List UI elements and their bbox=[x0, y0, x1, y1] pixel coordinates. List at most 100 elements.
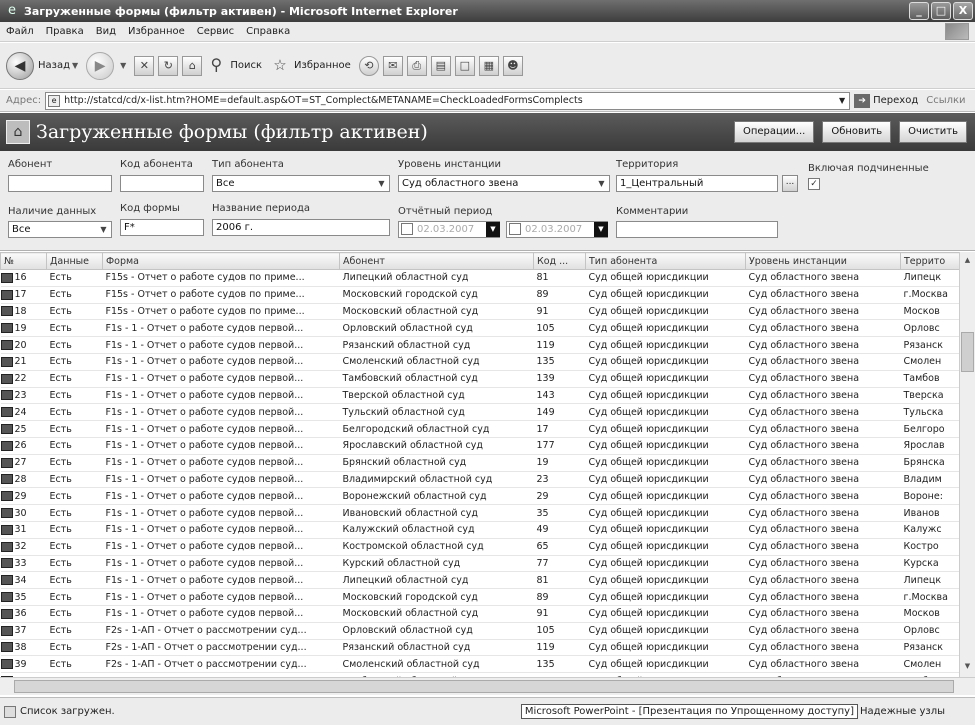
table-row[interactable]: 28 Есть F1s - 1 - Отчет о работе судов пер… bbox=[0, 471, 960, 489]
territory-browse-button[interactable]: ... bbox=[782, 175, 798, 192]
home-icon[interactable]: ⌂ bbox=[182, 55, 203, 76]
history-icon[interactable]: ⟲ bbox=[358, 55, 379, 76]
minimize-button[interactable]: _ bbox=[909, 2, 929, 20]
table-row[interactable]: 35 Есть F1s - 1 - Отчет о работе судов пер… bbox=[0, 588, 960, 606]
menu-view[interactable]: Вид bbox=[96, 26, 116, 37]
table-row[interactable]: 31 Есть F1s - 1 - Отчет о работе судов пер… bbox=[0, 521, 960, 539]
col-data-header[interactable]: Данные bbox=[46, 252, 103, 270]
abonent-input[interactable] bbox=[8, 175, 112, 192]
table-row[interactable]: 20 Есть F1s - 1 - Отчет о работе судов пер… bbox=[0, 336, 960, 354]
form-doc-icon[interactable] bbox=[0, 289, 13, 300]
col-abonent-header[interactable]: Абонент bbox=[339, 252, 534, 270]
period-from-checkbox[interactable] bbox=[401, 223, 413, 235]
table-row[interactable]: 39 Есть F2s - 1-АП - Отчет о рассмотрении … bbox=[0, 655, 960, 674]
maximize-button[interactable]: □ bbox=[931, 2, 951, 20]
search-button[interactable]: ⚲ Поиск bbox=[206, 55, 262, 76]
period-to-checkbox[interactable] bbox=[509, 223, 521, 235]
form-doc-icon[interactable] bbox=[0, 491, 13, 502]
territory-input[interactable]: 1_Центральный bbox=[616, 175, 778, 192]
table-row[interactable]: 22 Есть F1s - 1 - Отчет о работе судов пер… bbox=[0, 370, 960, 388]
col-form-header[interactable]: Форма bbox=[102, 252, 340, 270]
form-doc-icon[interactable] bbox=[0, 642, 13, 653]
table-row[interactable]: 36 Есть F1s - 1 - Отчет о работе судов пер… bbox=[0, 605, 960, 623]
table-row[interactable]: 33 Есть F1s - 1 - Отчет о работе судов пер… bbox=[0, 555, 960, 573]
refresh-button[interactable]: Обновить bbox=[822, 121, 892, 143]
form-doc-icon[interactable] bbox=[0, 474, 13, 485]
table-row[interactable]: 16 Есть F15s - Отчет о работе судов по при… bbox=[0, 269, 960, 287]
abonent-code-input[interactable] bbox=[120, 175, 204, 192]
horizontal-scrollbar[interactable] bbox=[0, 677, 975, 695]
form-doc-icon[interactable] bbox=[0, 575, 13, 586]
form-doc-icon[interactable] bbox=[0, 356, 13, 367]
print-icon[interactable]: ⎙ bbox=[406, 55, 427, 76]
table-row[interactable]: 38 Есть F2s - 1-АП - Отчет о рассмотрении … bbox=[0, 639, 960, 657]
menu-help[interactable]: Справка bbox=[246, 26, 290, 37]
col-abonent-type-header[interactable]: Тип абонента bbox=[585, 252, 746, 270]
taskbar-item[interactable]: Microsoft PowerPoint - [Презентация по У… bbox=[520, 704, 858, 719]
mail-icon[interactable]: ✉ bbox=[382, 55, 403, 76]
form-doc-icon[interactable] bbox=[0, 592, 13, 603]
edit-icon[interactable]: ▤ bbox=[430, 55, 451, 76]
form-doc-icon[interactable] bbox=[0, 608, 13, 619]
form-doc-icon[interactable] bbox=[0, 323, 13, 334]
include-sub-checkbox[interactable]: ✓ bbox=[808, 178, 820, 190]
col-number-header[interactable]: № bbox=[0, 252, 47, 270]
research-icon[interactable]: ▦ bbox=[478, 55, 499, 76]
col-instance-level-header[interactable]: Уровень инстанции bbox=[745, 252, 901, 270]
col-code-header[interactable]: Код ... bbox=[533, 252, 586, 270]
menu-edit[interactable]: Правка bbox=[46, 26, 84, 37]
form-doc-icon[interactable] bbox=[0, 340, 13, 351]
table-row[interactable]: 21 Есть F1s - 1 - Отчет о работе судов пер… bbox=[0, 353, 960, 371]
form-code-input[interactable]: F* bbox=[120, 219, 204, 236]
period-from-input[interactable]: 02.03.2007 bbox=[398, 221, 500, 238]
go-button[interactable]: ➔ Переход bbox=[854, 93, 918, 108]
table-row[interactable]: 37 Есть F2s - 1-АП - Отчет о рассмотрении … bbox=[0, 622, 960, 640]
form-doc-icon[interactable] bbox=[0, 440, 13, 451]
table-row[interactable]: 29 Есть F1s - 1 - Отчет о работе судов пер… bbox=[0, 487, 960, 506]
table-row[interactable]: 18 Есть F15s - Отчет о работе судов по при… bbox=[0, 303, 960, 321]
menu-file[interactable]: Файл bbox=[6, 26, 34, 37]
home-icon[interactable]: ⌂ bbox=[6, 120, 30, 144]
table-row[interactable]: 25 Есть F1s - 1 - Отчет о работе судов пер… bbox=[0, 420, 960, 438]
scroll-up-icon[interactable]: ▲ bbox=[961, 254, 974, 267]
form-doc-icon[interactable] bbox=[0, 407, 13, 418]
forward-button[interactable]: ▶ ▼ bbox=[86, 51, 126, 80]
hscroll-thumb[interactable] bbox=[14, 680, 954, 693]
form-doc-icon[interactable] bbox=[0, 625, 13, 636]
refresh-icon[interactable]: ↻ bbox=[158, 55, 179, 76]
stop-icon[interactable]: ✕ bbox=[134, 55, 155, 76]
abonent-type-select[interactable]: Все ▼ bbox=[212, 175, 390, 192]
vertical-scrollbar[interactable]: ▲ ▼ bbox=[959, 252, 975, 677]
form-doc-icon[interactable] bbox=[0, 541, 13, 552]
form-doc-icon[interactable] bbox=[0, 558, 13, 569]
table-row[interactable]: 26 Есть F1s - 1 - Отчет о работе судов пер… bbox=[0, 437, 960, 455]
instance-level-select[interactable]: Суд областного звена ▼ bbox=[398, 175, 610, 192]
form-doc-icon[interactable] bbox=[0, 272, 13, 283]
comments-input[interactable] bbox=[616, 221, 778, 238]
menu-favorites[interactable]: Избранное bbox=[128, 26, 185, 37]
data-select[interactable]: Все ▼ bbox=[8, 221, 112, 238]
form-doc-icon[interactable] bbox=[0, 373, 13, 384]
form-doc-icon[interactable] bbox=[0, 424, 13, 435]
table-row[interactable]: 27 Есть F1s - 1 - Отчет о работе судов пер… bbox=[0, 454, 960, 472]
chevron-down-icon[interactable]: ▼ bbox=[486, 222, 500, 237]
table-row[interactable]: 19 Есть F1s - 1 - Отчет о работе судов пер… bbox=[0, 319, 960, 338]
table-row[interactable]: 32 Есть F1s - 1 - Отчет о работе судов пер… bbox=[0, 538, 960, 556]
scroll-thumb[interactable] bbox=[961, 332, 974, 372]
table-row[interactable]: 23 Есть F1s - 1 - Отчет о работе судов пер… bbox=[0, 387, 960, 405]
col-territory-header[interactable]: Террито bbox=[900, 252, 960, 270]
chevron-down-icon[interactable]: ▼ bbox=[594, 222, 608, 237]
close-button[interactable]: X bbox=[953, 2, 973, 20]
favorites-button[interactable]: ☆ Избранное bbox=[270, 56, 351, 76]
period-name-input[interactable]: 2006 г. bbox=[212, 219, 390, 236]
form-doc-icon[interactable] bbox=[0, 306, 13, 317]
clear-button[interactable]: Очистить bbox=[899, 121, 967, 143]
back-button[interactable]: ◀ Назад ▼ bbox=[6, 51, 78, 80]
form-doc-icon[interactable] bbox=[0, 524, 13, 535]
form-doc-icon[interactable] bbox=[0, 659, 13, 670]
messenger-icon[interactable]: ☻ bbox=[502, 55, 523, 76]
links-button[interactable]: Ссылки bbox=[926, 95, 965, 106]
table-row[interactable]: 17 Есть F15s - Отчет о работе судов по при… bbox=[0, 286, 960, 304]
menu-tools[interactable]: Сервис bbox=[197, 26, 234, 37]
form-doc-icon[interactable] bbox=[0, 457, 13, 468]
